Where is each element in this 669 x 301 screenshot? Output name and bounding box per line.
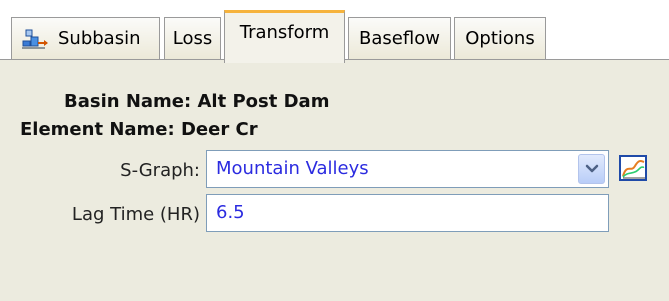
sgraph-label: S-Graph: xyxy=(120,160,200,181)
graph-button[interactable] xyxy=(618,153,650,185)
tab-options[interactable]: Options xyxy=(454,17,546,59)
subbasin-icon xyxy=(22,29,48,48)
tab-subbasin[interactable]: Subbasin xyxy=(11,17,160,59)
element-name-value: Deer Cr xyxy=(180,119,258,140)
tab-strip: Subbasin Loss Transform Baseflow Options xyxy=(0,0,669,63)
basin-name-row: Basin Name: Alt Post Dam xyxy=(64,91,329,112)
basin-name-value: Alt Post Dam xyxy=(197,91,330,112)
tab-loss[interactable]: Loss xyxy=(164,17,221,59)
element-name-row: Element Name: Deer Cr xyxy=(20,119,258,140)
element-name-label: Element Name: xyxy=(20,119,175,140)
lag-time-input[interactable]: 6.5 xyxy=(206,194,609,232)
lag-time-value: 6.5 xyxy=(216,202,245,223)
tab-label: Transform xyxy=(239,21,330,43)
graph-icon xyxy=(619,155,647,181)
sgraph-select[interactable]: Mountain Valleys xyxy=(206,150,609,188)
chevron-down-icon xyxy=(585,164,598,173)
tab-label: Subbasin xyxy=(58,28,141,49)
tab-transform[interactable]: Transform xyxy=(224,10,345,63)
sgraph-value: Mountain Valleys xyxy=(216,158,369,179)
tab-label: Loss xyxy=(172,28,213,49)
dropdown-button[interactable] xyxy=(578,154,605,184)
lag-time-label: Lag Time (HR) xyxy=(71,204,200,225)
tab-label: Options xyxy=(465,28,535,49)
tab-baseflow[interactable]: Baseflow xyxy=(348,17,451,59)
basin-name-label: Basin Name: xyxy=(64,91,192,112)
tab-label: Baseflow xyxy=(359,28,440,49)
